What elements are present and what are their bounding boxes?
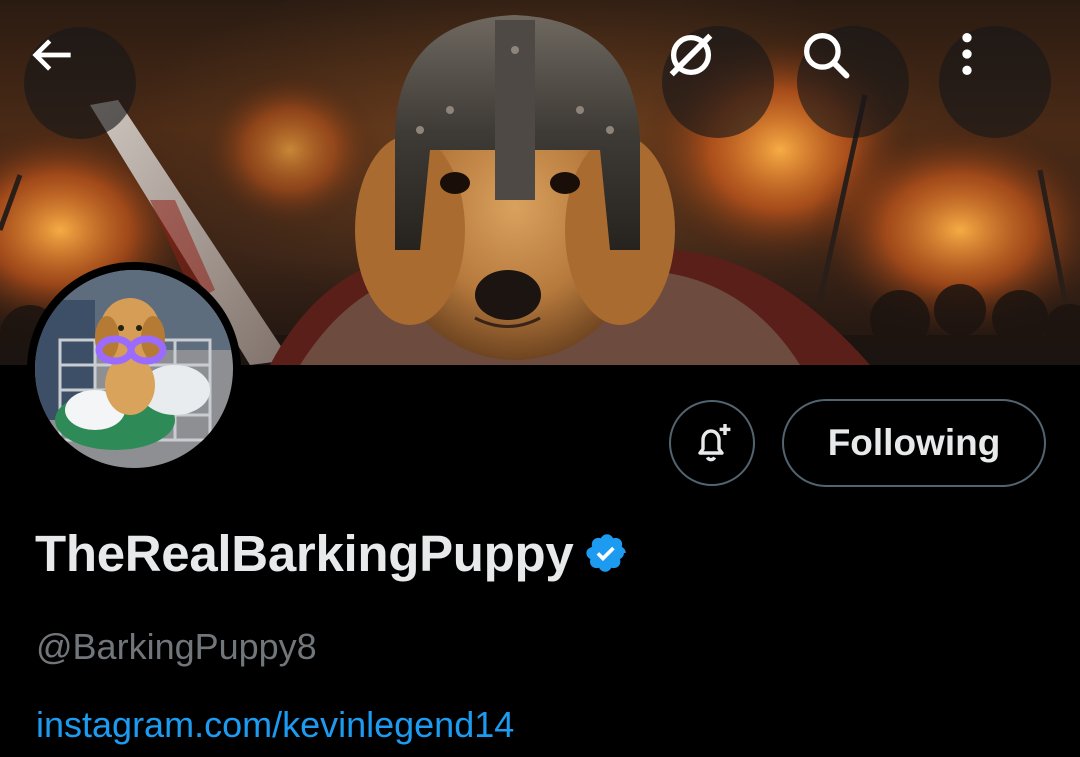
following-button-label: Following [827, 422, 1001, 463]
back-button[interactable] [24, 27, 136, 139]
profile-page: Following TheRealBarkingPuppy @BarkingPu… [0, 0, 1080, 757]
display-name-row: TheRealBarkingPuppy [35, 522, 629, 584]
avatar-image [35, 270, 233, 468]
user-handle: @BarkingPuppy8 [36, 626, 317, 667]
display-name: TheRealBarkingPuppy [35, 524, 574, 582]
profile-website-link[interactable]: instagram.com/kevinlegend14 [36, 704, 514, 746]
verified-badge-icon[interactable] [585, 531, 629, 575]
arrow-left-icon [32, 39, 71, 71]
search-button[interactable] [797, 26, 909, 138]
more-vertical-icon [962, 33, 972, 75]
more-options-button[interactable] [939, 26, 1051, 138]
avatar[interactable] [27, 262, 241, 476]
search-icon [804, 33, 850, 79]
bell-plus-icon [698, 424, 731, 462]
grok-icon [669, 33, 713, 77]
grok-button[interactable] [662, 26, 774, 138]
following-button[interactable]: Following [782, 399, 1046, 487]
notifications-button[interactable] [669, 400, 755, 486]
